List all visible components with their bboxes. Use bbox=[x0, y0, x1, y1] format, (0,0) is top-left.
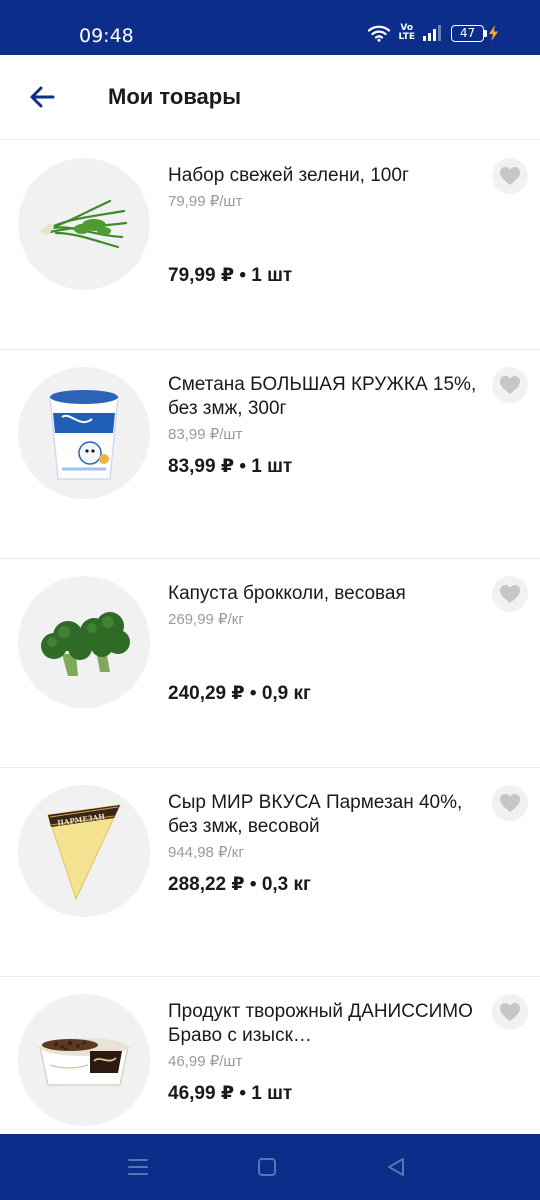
nav-menu-button[interactable] bbox=[123, 1154, 153, 1180]
volte-indicator: Vo LTE bbox=[398, 23, 415, 42]
product-card[interactable]: ПАРМЕЗАН Сыр МИР ВКУСА Пармезан 40%, без… bbox=[0, 768, 540, 977]
heart-icon bbox=[500, 585, 520, 603]
sour-cream-cup-image bbox=[49, 390, 119, 480]
product-image bbox=[18, 994, 150, 1126]
product-card[interactable]: Сметана БОЛЬШАЯ КРУЖКА 15%, без змж, 300… bbox=[0, 350, 540, 559]
arrow-left-icon bbox=[30, 86, 55, 108]
danissimo-dessert-image bbox=[39, 1038, 129, 1086]
product-name: Набор свежей зелени, 100г bbox=[168, 165, 409, 186]
unit-price: 46,99 ₽/шт bbox=[168, 1053, 243, 1070]
heart-icon bbox=[500, 794, 520, 812]
favorite-button[interactable] bbox=[492, 158, 528, 194]
total-price: 79,99 ₽ • 1 шт bbox=[168, 265, 293, 286]
product-name: Капуста брокколи, весовая bbox=[168, 583, 406, 604]
parmesan-cheese-image: ПАРМЕЗАН bbox=[47, 804, 121, 901]
triangle-back-icon bbox=[388, 1158, 404, 1176]
product-list: Набор свежей зелени, 100г 79,99 ₽/шт 79,… bbox=[0, 141, 540, 1134]
app-header: Мои товары bbox=[0, 55, 540, 140]
nav-back-button[interactable] bbox=[381, 1154, 411, 1180]
status-icons: Vo LTE 47 bbox=[368, 24, 498, 42]
unit-price: 269,99 ₽/кг bbox=[168, 611, 244, 628]
product-info: Набор свежей зелени, 100г 79,99 ₽/шт 79,… bbox=[168, 164, 478, 304]
wifi-icon bbox=[368, 25, 391, 42]
product-card[interactable]: Капуста брокколи, весовая 269,99 ₽/кг 24… bbox=[0, 559, 540, 768]
unit-price: 83,99 ₽/шт bbox=[168, 426, 243, 443]
product-image: ПАРМЕЗАН bbox=[18, 785, 150, 917]
battery-indicator: 47 bbox=[451, 24, 498, 42]
heart-icon bbox=[500, 167, 520, 185]
product-card[interactable]: Набор свежей зелени, 100г 79,99 ₽/шт 79,… bbox=[0, 141, 540, 350]
menu-icon bbox=[128, 1159, 148, 1175]
status-time: 09:48 bbox=[79, 25, 134, 47]
charging-icon bbox=[489, 25, 498, 41]
total-price: 46,99 ₽ • 1 шт bbox=[168, 1083, 293, 1104]
total-price: 83,99 ₽ • 1 шт bbox=[168, 456, 293, 477]
product-image bbox=[18, 367, 150, 499]
favorite-button[interactable] bbox=[492, 576, 528, 612]
product-image bbox=[18, 158, 150, 290]
heart-icon bbox=[500, 376, 520, 394]
favorite-button[interactable] bbox=[492, 367, 528, 403]
unit-price: 944,98 ₽/кг bbox=[168, 844, 244, 861]
product-info: Сметана БОЛЬШАЯ КРУЖКА 15%, без змж, 300… bbox=[168, 373, 478, 513]
page-title: Мои товары bbox=[108, 84, 242, 109]
product-info: Капуста брокколи, весовая 269,99 ₽/кг 24… bbox=[168, 582, 478, 722]
product-image bbox=[18, 576, 150, 708]
nav-home-button[interactable] bbox=[252, 1154, 282, 1180]
product-card[interactable]: Продукт творожный ДАНИССИМО Браво с изыс… bbox=[0, 977, 540, 1134]
unit-price: 79,99 ₽/шт bbox=[168, 193, 243, 210]
product-name: Сыр МИР ВКУСА Пармезан 40%, без змж, вес… bbox=[168, 792, 463, 837]
product-info: Сыр МИР ВКУСА Пармезан 40%, без змж, вес… bbox=[168, 791, 478, 931]
square-icon bbox=[258, 1158, 276, 1176]
status-bar: 09:48 Vo LTE 47 bbox=[0, 0, 540, 55]
product-name: Продукт творожный ДАНИССИМО Браво с изыс… bbox=[168, 1001, 473, 1046]
total-price: 288,22 ₽ • 0,3 кг bbox=[168, 874, 311, 895]
heart-icon bbox=[500, 1003, 520, 1021]
favorite-button[interactable] bbox=[492, 994, 528, 1030]
signal-icon bbox=[423, 25, 441, 41]
broccoli-image bbox=[41, 612, 130, 676]
product-info: Продукт творожный ДАНИССИМО Браво с изыс… bbox=[168, 1000, 478, 1134]
green-onion-image bbox=[41, 199, 128, 249]
back-button[interactable] bbox=[24, 79, 60, 115]
product-name: Сметана БОЛЬШАЯ КРУЖКА 15%, без змж, 300… bbox=[168, 374, 477, 419]
system-nav-bar bbox=[0, 1134, 540, 1200]
battery-level: 47 bbox=[451, 24, 484, 42]
total-price: 240,29 ₽ • 0,9 кг bbox=[168, 683, 311, 704]
favorite-button[interactable] bbox=[492, 785, 528, 821]
